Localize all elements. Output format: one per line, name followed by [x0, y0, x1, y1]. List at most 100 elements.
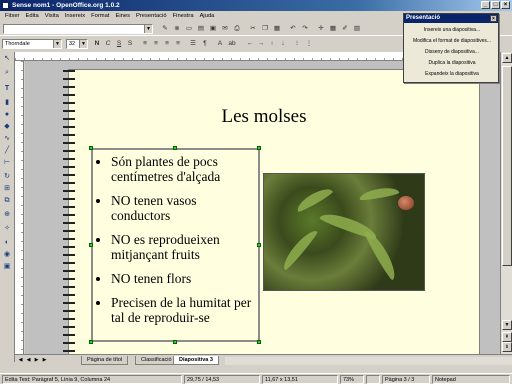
- menu-ajuda[interactable]: Ajuda: [197, 11, 218, 21]
- bold-icon[interactable]: N: [92, 39, 102, 49]
- draw-icon[interactable]: ✐: [340, 24, 350, 34]
- arrange-icon[interactable]: ⧉: [2, 196, 12, 206]
- scroll-down-icon[interactable]: ▼: [502, 320, 512, 330]
- navigator-icon[interactable]: ✛: [316, 24, 326, 34]
- italic-icon[interactable]: C: [103, 39, 113, 49]
- outline-icon[interactable]: ⋮: [304, 39, 314, 49]
- vertical-scrollbar[interactable]: ▲ ▼ ⇞ ⇟: [500, 52, 512, 354]
- interaction-icon[interactable]: ◉: [2, 250, 12, 260]
- first-tab-icon[interactable]: ◀: [17, 357, 24, 364]
- rectangle-icon[interactable]: ▮: [2, 98, 12, 108]
- move-down-icon[interactable]: ↓: [278, 39, 288, 49]
- paragraph-icon[interactable]: ¶: [200, 39, 210, 49]
- move-left-icon[interactable]: ←: [245, 39, 255, 49]
- slide-canvas[interactable]: Les molses Són plantes de pocs centímetr…: [63, 69, 480, 354]
- scroll-thumb[interactable]: [502, 66, 512, 266]
- page-up-icon[interactable]: ⇞: [502, 332, 512, 342]
- paste-icon[interactable]: ▦: [272, 24, 282, 34]
- modify-layout-item[interactable]: Modifica el format de diapositives...: [406, 36, 498, 46]
- resize-handle[interactable]: [257, 146, 261, 150]
- table-icon[interactable]: ▦: [328, 24, 338, 34]
- new-icon[interactable]: ▭: [184, 24, 194, 34]
- 3d-effects-icon[interactable]: ◐: [2, 238, 12, 248]
- tab-classificacio[interactable]: Classificació: [135, 356, 178, 365]
- prev-tab-icon[interactable]: ◀: [25, 357, 32, 364]
- ellipse-icon[interactable]: ●: [2, 110, 12, 120]
- resize-handle[interactable]: [89, 146, 93, 150]
- align-left-icon[interactable]: ≡: [140, 39, 150, 49]
- effects-icon[interactable]: ✧: [2, 224, 12, 234]
- resize-handle[interactable]: [257, 340, 261, 344]
- curve-icon[interactable]: ∿: [2, 134, 12, 144]
- redo-icon[interactable]: ↷: [300, 24, 310, 34]
- resize-handle[interactable]: [173, 146, 177, 150]
- bullet-text-box[interactable]: Són plantes de pocs centímetres d'alçada…: [91, 148, 260, 342]
- tab-diapositiva-3[interactable]: Diapositiva 3: [173, 356, 219, 365]
- close-button[interactable]: ×: [501, 1, 510, 9]
- image-icon[interactable]: ▧: [352, 24, 362, 34]
- close-icon[interactable]: ×: [490, 15, 497, 22]
- insert-slide-item[interactable]: Insereix una diapositiva...: [406, 25, 498, 35]
- scroll-up-icon[interactable]: ▲: [502, 53, 512, 63]
- rotate-icon[interactable]: ↻: [2, 172, 12, 182]
- maximize-button[interactable]: □: [491, 1, 500, 9]
- cut-icon[interactable]: ✂: [248, 24, 258, 34]
- next-tab-icon[interactable]: ▶: [33, 357, 40, 364]
- menu-edita[interactable]: Edita: [23, 11, 42, 21]
- last-tab-icon[interactable]: ▶: [41, 357, 48, 364]
- page-down-icon[interactable]: ⇟: [502, 342, 512, 352]
- 3d-object-icon[interactable]: ◆: [2, 122, 12, 132]
- line-icon[interactable]: ╱: [2, 146, 12, 156]
- mail-icon[interactable]: ✉: [220, 24, 230, 34]
- underline-icon[interactable]: S: [114, 39, 124, 49]
- align-right-icon[interactable]: ≡: [162, 39, 172, 49]
- font-name-combo[interactable]: Thorndale ▼: [2, 39, 62, 49]
- bullets-icon[interactable]: ☰: [188, 39, 198, 49]
- move-up-icon[interactable]: ↑: [267, 39, 277, 49]
- select-icon[interactable]: ↖: [2, 54, 12, 64]
- minimize-button[interactable]: _: [481, 1, 490, 9]
- font-color-icon[interactable]: A: [215, 39, 225, 49]
- menu-insereix[interactable]: Insereix: [62, 11, 88, 21]
- shadow-icon[interactable]: S: [125, 39, 135, 49]
- slide-design-item[interactable]: Disseny de diapositiva...: [406, 47, 498, 57]
- resize-handle[interactable]: [257, 243, 261, 247]
- align-icon[interactable]: ⊞: [2, 184, 12, 194]
- menu-fitxer[interactable]: Fitxer: [2, 11, 23, 21]
- open-icon[interactable]: ▤: [196, 24, 206, 34]
- align-center-icon[interactable]: ≡: [151, 39, 161, 49]
- resize-handle[interactable]: [89, 243, 93, 247]
- justify-icon[interactable]: ≡: [173, 39, 183, 49]
- slideshow-icon[interactable]: ▣: [2, 262, 12, 272]
- moss-photo[interactable]: [263, 173, 425, 291]
- resize-handle[interactable]: [89, 340, 93, 344]
- horizontal-scrollbar[interactable]: [225, 357, 512, 365]
- status-zoom[interactable]: 73%: [340, 375, 364, 384]
- url-combo[interactable]: ▼: [3, 24, 153, 34]
- undo-icon[interactable]: ↶: [288, 24, 298, 34]
- edit-file-icon[interactable]: ✎: [160, 24, 170, 34]
- save-icon[interactable]: ▣: [208, 24, 218, 34]
- move-right-icon[interactable]: →: [256, 39, 266, 49]
- numbering-icon[interactable]: ⁝: [292, 39, 302, 49]
- status-layout: Notepad: [432, 375, 510, 384]
- print-icon[interactable]: ⎙: [232, 24, 242, 34]
- menu-eines[interactable]: Eines: [112, 11, 133, 21]
- stop-icon[interactable]: ⊗: [172, 24, 182, 34]
- slide-title[interactable]: Les molses: [189, 106, 339, 128]
- char-icon[interactable]: ab: [227, 39, 237, 49]
- text-icon[interactable]: T: [2, 84, 12, 94]
- tab-pagina-titol[interactable]: Pàgina de títol: [81, 356, 129, 365]
- menu-presentacio[interactable]: Presentació: [133, 11, 170, 21]
- zoom-icon[interactable]: ⌕: [2, 68, 12, 78]
- duplicate-slide-item[interactable]: Duplica la diapositiva: [406, 58, 498, 68]
- copy-icon[interactable]: ❐: [260, 24, 270, 34]
- menu-format[interactable]: Format: [88, 11, 112, 21]
- menu-finestra[interactable]: Finestra: [170, 11, 197, 21]
- connector-icon[interactable]: ⊢: [2, 158, 12, 168]
- menu-visita[interactable]: Visita: [42, 11, 62, 21]
- insert-icon[interactable]: ⊕: [2, 210, 12, 220]
- font-size-combo[interactable]: 32 ▼: [66, 39, 88, 49]
- resize-handle[interactable]: [173, 340, 177, 344]
- expand-slide-item[interactable]: Expandeix la diapositiva: [406, 69, 498, 79]
